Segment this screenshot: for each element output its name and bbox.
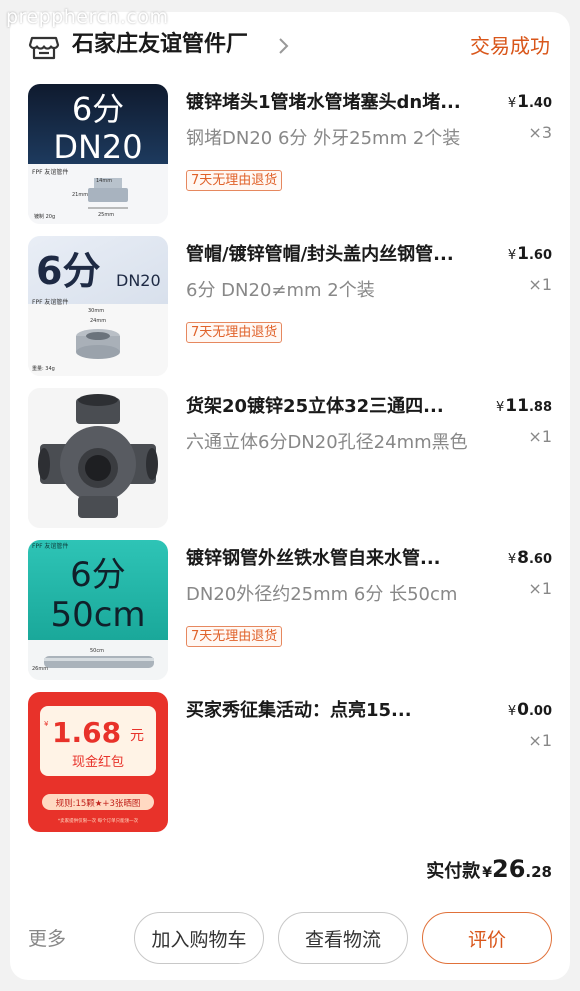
item-quantity: ×1 (528, 427, 552, 446)
svg-text:30mm: 30mm (88, 308, 104, 314)
item-price: ¥8.60 (507, 548, 552, 568)
review-button[interactable]: 评价 (422, 912, 552, 964)
svg-text:6分: 6分 (36, 249, 100, 293)
plug-product-image: 6分 DN20 FPF 友谊管件 14mm 21mm 25mm 镀制 20g (28, 84, 168, 224)
red-packet-image: ¥ 1.68 元 现金红包 规则:15颗★+3张晒图 *卖家提供仅限一次 每个订… (28, 692, 168, 832)
svg-text:1.68: 1.68 (52, 716, 121, 749)
svg-text:FPF 友谊管件: FPF 友谊管件 (32, 298, 68, 306)
svg-text:14mm: 14mm (96, 178, 112, 184)
add-to-cart-button[interactable]: 加入购物车 (134, 912, 264, 964)
item-spec: 六通立体6分DN20孔径24mm黑色 (186, 432, 468, 453)
svg-text:6分: 6分 (70, 555, 126, 595)
order-item[interactable]: ¥ 1.68 元 现金红包 规则:15颗★+3张晒图 *卖家提供仅限一次 每个订… (10, 692, 570, 832)
svg-text:25mm: 25mm (98, 212, 114, 218)
pipe-product-image: FPF 友谊管件 6分 50cm 50cm 26mm (28, 540, 168, 680)
svg-text:24mm: 24mm (90, 318, 106, 324)
order-item[interactable]: 6分 DN20 FPF 友谊管件 30mm 24mm 重量: 34g 管帽/镀锌… (10, 236, 570, 376)
store-icon (28, 36, 60, 60)
cap-product-image: 6分 DN20 FPF 友谊管件 30mm 24mm 重量: 34g (28, 236, 168, 376)
return-policy-badge: 7天无理由退货 (186, 626, 283, 647)
item-title[interactable]: 买家秀征集活动：点亮15... (186, 698, 506, 724)
item-quantity: ×1 (528, 275, 552, 294)
return-policy-badge: 7天无理由退货 (186, 170, 283, 191)
order-card: 石家庄友谊管件厂 交易成功 6分 DN20 FPF 友谊管件 14mm 21mm… (10, 12, 570, 980)
order-item[interactable]: 6分 DN20 FPF 友谊管件 14mm 21mm 25mm 镀制 20g 镀… (10, 84, 570, 224)
product-thumbnail[interactable]: 6分 DN20 FPF 友谊管件 30mm 24mm 重量: 34g (28, 236, 168, 376)
item-spec: 钢堵DN20 6分 外牙25mm 2个装 (186, 128, 461, 149)
product-thumbnail[interactable]: ¥ 1.68 元 现金红包 规则:15颗★+3张晒图 *卖家提供仅限一次 每个订… (28, 692, 168, 832)
six-way-fitting-image (28, 388, 168, 528)
view-logistics-button[interactable]: 查看物流 (278, 912, 408, 964)
item-quantity: ×1 (528, 579, 552, 598)
chevron-right-icon (279, 38, 289, 54)
svg-text:FPF 友谊管件: FPF 友谊管件 (32, 168, 68, 176)
product-thumbnail[interactable]: 6分 DN20 FPF 友谊管件 14mm 21mm 25mm 镀制 20g (28, 84, 168, 224)
item-price: ¥1.60 (507, 244, 552, 264)
svg-text:DN20: DN20 (116, 271, 161, 290)
svg-text:规则:15颗★+3张晒图: 规则:15颗★+3张晒图 (56, 798, 141, 809)
item-title[interactable]: 管帽/镀锌管帽/封头盖内丝钢管... (186, 242, 506, 268)
product-thumbnail[interactable] (28, 388, 168, 528)
item-spec: 6分 DN20≠mm 2个装 (186, 280, 375, 301)
item-quantity: ×3 (528, 123, 552, 142)
item-price: ¥1.40 (507, 92, 552, 112)
return-policy-badge: 7天无理由退货 (186, 322, 283, 343)
svg-text:现金红包: 现金红包 (72, 754, 124, 770)
product-thumbnail[interactable]: FPF 友谊管件 6分 50cm 50cm 26mm (28, 540, 168, 680)
item-title[interactable]: 镀锌堵头1管堵水管堵塞头dn堵... (186, 90, 506, 116)
order-total: 实付款 ¥26.28 (426, 855, 552, 883)
order-item[interactable]: 货架20镀锌25立体32三通四... 六通立体6分DN20孔径24mm黑色 ¥1… (10, 388, 570, 528)
shop-name[interactable]: 石家庄友谊管件厂 (72, 30, 248, 60)
svg-text:50cm: 50cm (90, 648, 104, 654)
svg-text:26mm: 26mm (32, 666, 48, 672)
svg-text:¥: ¥ (44, 720, 49, 728)
svg-text:元: 元 (130, 728, 144, 744)
svg-text:镀制 20g: 镀制 20g (34, 213, 55, 220)
svg-text:21mm: 21mm (72, 192, 88, 198)
item-quantity: ×1 (528, 731, 552, 750)
item-title[interactable]: 货架20镀锌25立体32三通四... (186, 394, 506, 420)
watermark: prepphercn.com (6, 6, 169, 28)
svg-text:50cm: 50cm (50, 595, 145, 635)
item-title[interactable]: 镀锌钢管外丝铁水管自来水管... (186, 546, 506, 572)
item-price: ¥11.88 (496, 396, 552, 416)
thumb-big-text: 6分 (72, 90, 124, 128)
thumb-sub-text: DN20 (53, 128, 142, 166)
svg-text:*卖家提供仅限一次 每个订单只能领一次: *卖家提供仅限一次 每个订单只能领一次 (58, 817, 139, 824)
order-status: 交易成功 (470, 34, 550, 58)
item-spec: DN20外径约25mm 6分 长50cm (186, 584, 458, 605)
svg-text:重量: 34g: 重量: 34g (32, 365, 55, 372)
more-actions-link[interactable]: 更多 (28, 926, 66, 952)
order-item[interactable]: FPF 友谊管件 6分 50cm 50cm 26mm 镀锌钢管外丝铁水管自来水管… (10, 540, 570, 680)
svg-text:FPF 友谊管件: FPF 友谊管件 (32, 542, 68, 550)
item-price: ¥0.00 (507, 700, 552, 720)
